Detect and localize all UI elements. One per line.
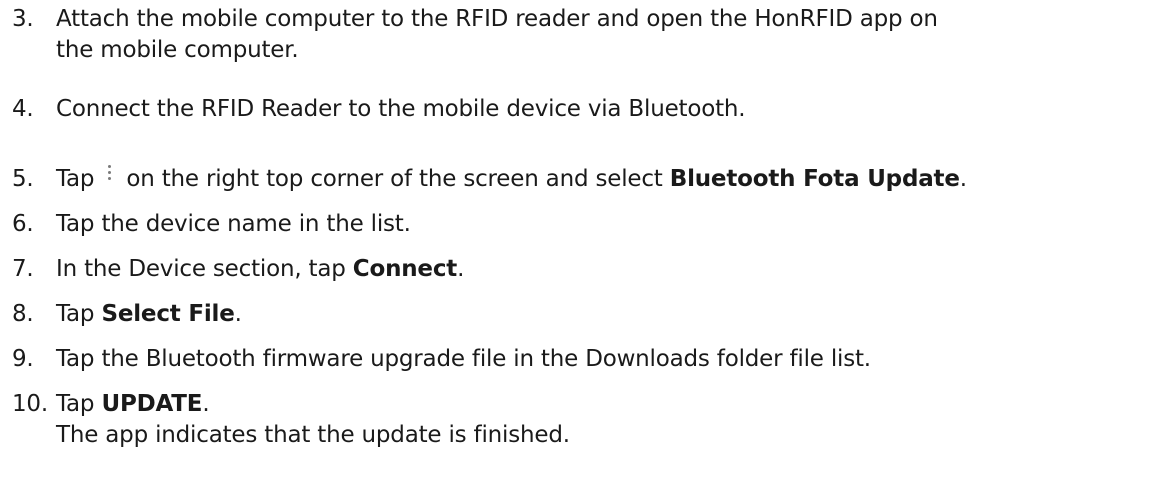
step-text-suffix: . (457, 256, 465, 282)
step-text-suffix: . (202, 391, 210, 417)
button-name: Select File (101, 301, 235, 327)
button-name: UPDATE (101, 391, 203, 417)
step-text-line: the mobile computer. (56, 37, 299, 63)
step-text-prefix: Tap (56, 301, 95, 327)
step-number: 3. (12, 6, 34, 32)
step-number: 4. (12, 96, 34, 122)
step-number: 8. (12, 301, 34, 327)
step-number: 7. (12, 256, 34, 282)
step-text-line: Attach the mobile computer to the RFID r… (56, 6, 938, 32)
step-number: 10. (12, 391, 48, 417)
step-text-suffix: . (234, 301, 242, 327)
step-text: Attach the mobile computer to the RFID r… (56, 4, 1156, 66)
step-result: The app indicates that the update is fin… (56, 422, 570, 448)
button-name: Connect (352, 256, 458, 282)
step-number: 6. (12, 211, 34, 237)
step-text: In the Device section, tap Connect. (56, 254, 1156, 285)
more-vertical-icon (98, 164, 122, 195)
step-text-prefix: Tap (56, 166, 95, 192)
step-text: Tap the device name in the list. (56, 211, 411, 237)
step-text: Tap on the right top corner of the screen… (56, 164, 1156, 195)
step-text-middle: on the right top corner of the screen an… (126, 166, 663, 192)
step-number: 9. (12, 346, 34, 372)
step-text: Tap the Bluetooth firmware upgrade file … (56, 346, 871, 372)
menu-item-name: Bluetooth Fota Update (669, 166, 960, 192)
step-text: Tap UPDATE. The app indicates that the u… (56, 389, 1156, 451)
step-text: Tap Select File. (56, 299, 1156, 330)
step-text-prefix: Tap (56, 391, 95, 417)
step-text-suffix: . (959, 166, 967, 192)
step-text-prefix: In the Device section, tap (56, 256, 346, 282)
step-text: Connect the RFID Reader to the mobile de… (56, 96, 746, 122)
step-number: 5. (12, 166, 34, 192)
